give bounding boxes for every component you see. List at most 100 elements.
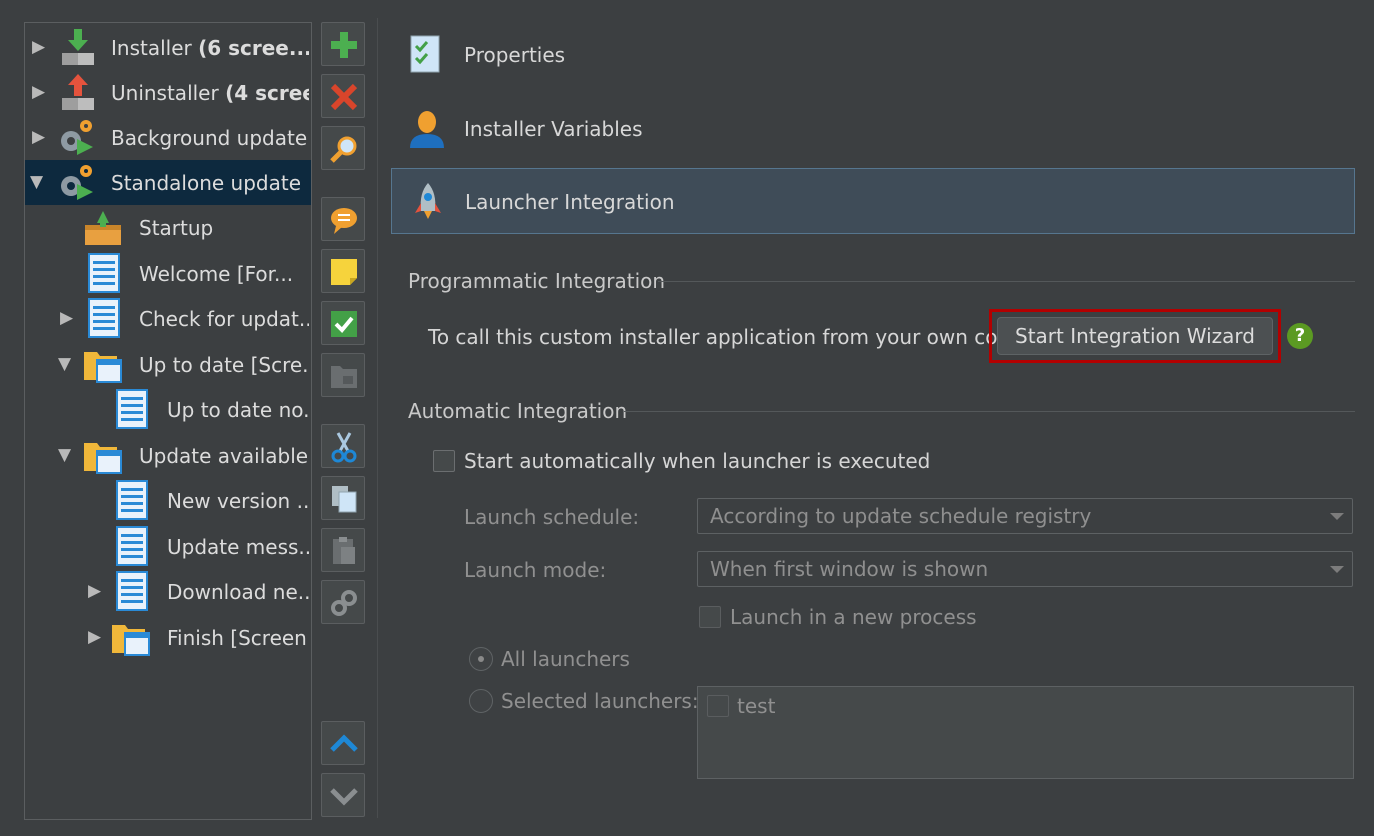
expand-arrow-icon[interactable]: ▶ bbox=[32, 82, 45, 102]
tree-item-up-to-date-notice[interactable]: Up to date no... bbox=[25, 387, 311, 432]
screen-icon bbox=[116, 389, 148, 429]
gear-play-icon bbox=[61, 120, 93, 155]
launch-schedule-select[interactable]: According to update schedule registry bbox=[697, 498, 1353, 534]
category-installer-variables[interactable]: Installer Variables bbox=[391, 96, 1355, 162]
tree-item-label: Background update... bbox=[111, 126, 309, 150]
tree-item-label: Up to date no... bbox=[167, 398, 309, 422]
paste-icon bbox=[333, 537, 355, 564]
paste-button[interactable] bbox=[321, 528, 365, 572]
rocket-icon bbox=[415, 183, 441, 219]
cut-icon bbox=[331, 432, 357, 463]
tree-item-label: Update mess... bbox=[167, 535, 309, 559]
comment-icon bbox=[331, 208, 357, 234]
screen-group-icon bbox=[84, 443, 122, 474]
section-title-automatic: Automatic Integration bbox=[408, 399, 628, 423]
expand-arrow-icon[interactable]: ▶ bbox=[32, 127, 45, 147]
tree-item-finish[interactable]: ▶ Finish [Screen... bbox=[25, 615, 311, 660]
launch-schedule-value: According to update schedule registry bbox=[710, 504, 1092, 528]
folder-button[interactable] bbox=[321, 353, 365, 397]
section-title-programmatic: Programmatic Integration bbox=[408, 269, 666, 293]
move-up-button[interactable] bbox=[321, 721, 365, 765]
uninstaller-icon bbox=[62, 74, 94, 110]
tree-item-check-for-updates[interactable]: ▶ Check for updat... bbox=[25, 296, 311, 341]
link-button[interactable] bbox=[321, 580, 365, 624]
launch-new-process-label: Launch in a new process bbox=[730, 605, 977, 629]
screens-tree[interactable]: ▶ Installer (6 scree... ▶ Uninstaller (4… bbox=[24, 22, 312, 820]
screen-icon bbox=[88, 253, 120, 293]
add-button[interactable] bbox=[321, 22, 365, 66]
move-up-icon bbox=[330, 734, 358, 752]
screen-icon bbox=[116, 480, 148, 520]
properties-checklist-icon bbox=[410, 35, 440, 73]
tree-item-welcome[interactable]: Welcome [For... bbox=[25, 251, 311, 296]
folder-icon bbox=[331, 366, 357, 388]
note-icon bbox=[331, 259, 357, 285]
screen-group-icon bbox=[84, 352, 122, 383]
tree-item-label: Welcome [For... bbox=[139, 262, 294, 286]
link-icon bbox=[331, 590, 357, 616]
category-label: Launcher Integration bbox=[465, 190, 675, 214]
start-automatically-checkbox[interactable] bbox=[433, 450, 455, 472]
delete-icon bbox=[330, 83, 358, 111]
tree-item-update-message[interactable]: Update mess... bbox=[25, 524, 311, 569]
section-divider bbox=[624, 411, 1355, 412]
all-launchers-radio[interactable] bbox=[469, 647, 493, 671]
category-launcher-integration[interactable]: Launcher Integration bbox=[391, 168, 1355, 234]
person-icon bbox=[410, 111, 444, 148]
collapse-arrow-icon[interactable]: ▼ bbox=[58, 445, 71, 465]
move-down-button[interactable] bbox=[321, 773, 365, 817]
note-button[interactable] bbox=[321, 249, 365, 293]
tree-item-update-available-group[interactable]: ▼ Update available... bbox=[25, 433, 311, 478]
screen-group-icon bbox=[112, 625, 150, 656]
tree-item-uninstaller[interactable]: ▶ Uninstaller (4 scree... bbox=[25, 70, 311, 115]
copy-button[interactable] bbox=[321, 476, 365, 520]
chevron-down-icon bbox=[1330, 566, 1344, 573]
launcher-test-label: test bbox=[737, 694, 776, 718]
launcher-test-checkbox[interactable] bbox=[707, 695, 729, 717]
tree-item-new-version[interactable]: New version ... bbox=[25, 478, 311, 523]
start-integration-wizard-button[interactable]: Start Integration Wizard bbox=[997, 317, 1273, 355]
tree-item-installer[interactable]: ▶ Installer (6 scree... bbox=[25, 25, 311, 70]
expand-arrow-icon[interactable]: ▶ bbox=[32, 37, 45, 57]
collapse-arrow-icon[interactable]: ▼ bbox=[30, 172, 43, 192]
comment-button[interactable] bbox=[321, 197, 365, 241]
launch-mode-value: When first window is shown bbox=[710, 557, 989, 581]
move-down-icon bbox=[330, 788, 358, 806]
tree-item-label: New version ... bbox=[167, 489, 309, 513]
launchers-list[interactable]: test bbox=[697, 686, 1354, 779]
chevron-down-icon bbox=[1330, 513, 1344, 520]
tree-item-background-update[interactable]: ▶ Background update... bbox=[25, 115, 311, 160]
copy-icon bbox=[332, 486, 357, 513]
help-icon[interactable]: ? bbox=[1287, 323, 1313, 349]
launch-new-process-checkbox[interactable] bbox=[699, 606, 721, 628]
tree-item-up-to-date-group[interactable]: ▼ Up to date [Scre... bbox=[25, 342, 311, 387]
radio-dot bbox=[478, 656, 484, 662]
panel-divider bbox=[377, 18, 378, 818]
check-button[interactable] bbox=[321, 301, 365, 345]
tree-item-label: Finish [Screen... bbox=[167, 626, 309, 650]
tree-item-download[interactable]: ▶ Download ne... bbox=[25, 569, 311, 614]
selected-launchers-radio[interactable] bbox=[469, 689, 493, 713]
tree-item-startup[interactable]: Startup bbox=[25, 205, 311, 250]
launch-schedule-label: Launch schedule: bbox=[464, 505, 640, 529]
category-properties[interactable]: Properties bbox=[391, 22, 1355, 88]
tree-item-label: Update available... bbox=[139, 444, 309, 468]
tree-item-standalone-update[interactable]: ▼ Standalone update ... bbox=[25, 160, 311, 205]
launch-mode-select[interactable]: When first window is shown bbox=[697, 551, 1353, 587]
tree-item-label: Standalone update ... bbox=[111, 171, 309, 195]
expand-arrow-icon[interactable]: ▶ bbox=[60, 308, 73, 328]
tree-item-label: Uninstaller (4 scree... bbox=[111, 81, 309, 105]
tree-item-label: Installer (6 scree... bbox=[111, 36, 309, 60]
integration-description: To call this custom installer applicatio… bbox=[428, 325, 1030, 349]
start-automatically-label: Start automatically when launcher is exe… bbox=[464, 449, 931, 473]
expand-arrow-icon[interactable]: ▶ bbox=[88, 627, 101, 647]
collapse-arrow-icon[interactable]: ▼ bbox=[58, 354, 71, 374]
screen-icon bbox=[88, 298, 120, 338]
check-icon bbox=[331, 311, 357, 337]
tree-item-label: Startup bbox=[139, 216, 214, 240]
cut-button[interactable] bbox=[321, 424, 365, 468]
expand-arrow-icon[interactable]: ▶ bbox=[88, 581, 101, 601]
add-icon bbox=[331, 32, 357, 58]
search-button[interactable] bbox=[321, 126, 365, 170]
delete-button[interactable] bbox=[321, 74, 365, 118]
